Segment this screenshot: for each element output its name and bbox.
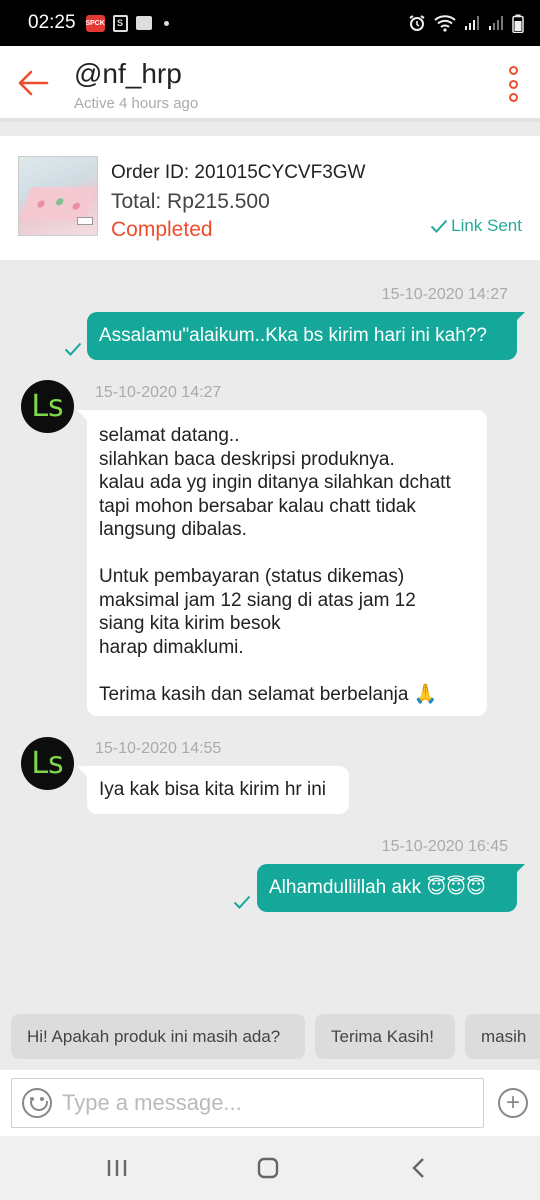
battery-icon [512, 14, 524, 33]
shopee-notification-icon: SPCK [85, 14, 105, 32]
chat-header: @nf_hrp Active 4 hours ago [0, 46, 540, 122]
system-nav-bar [0, 1136, 540, 1200]
more-vertical-icon [508, 66, 518, 75]
message-line: silahkan baca deskripsi produknya. [99, 448, 395, 470]
quick-reply-chip[interactable]: masih [465, 1014, 540, 1059]
home-icon [257, 1157, 279, 1179]
message-timestamp: 15-10-2020 14:27 [95, 384, 222, 401]
message-line [99, 542, 475, 566]
back-chevron-icon [412, 1158, 424, 1178]
chat-title: @nf_hrp [74, 58, 182, 89]
smiley-icon[interactable] [22, 1088, 52, 1118]
message-timestamp: 15-10-2020 14:55 [95, 740, 222, 757]
status-right-icons [408, 14, 524, 33]
message-line: langsung dibalas. [99, 519, 247, 540]
check-icon [64, 342, 82, 356]
order-total: Total: Rp215.500 [111, 190, 270, 213]
link-sent-status: Link Sent [430, 216, 522, 236]
message-line [99, 659, 475, 683]
product-thumbnail [18, 156, 98, 236]
message-line: tapi mohon bersabar kalau chatt tidak [99, 495, 416, 517]
wifi-icon [434, 15, 456, 32]
incoming-message-bubble[interactable]: selamat datang.. silahkan baca deskripsi… [87, 410, 487, 716]
chat-notification-icon [135, 16, 152, 30]
outgoing-message-bubble[interactable]: Assalamu"alaikum..Kka bs kirim hari ini … [87, 312, 517, 360]
message-line: harap dimaklumi. [99, 636, 244, 658]
home-button[interactable] [253, 1154, 283, 1182]
nav-back-button[interactable] [404, 1154, 434, 1182]
quick-replies-bar: Hi! Apakah produk ini masih ada? Terima … [0, 1014, 540, 1060]
message-timestamp: 15-10-2020 16:45 [381, 838, 508, 855]
recents-button[interactable] [102, 1154, 132, 1182]
order-id: Order ID: 201015CYCVF3GW [111, 162, 366, 183]
shopping-bag-icon: S [112, 14, 128, 32]
order-status: Completed [111, 218, 213, 241]
quick-reply-chip[interactable]: Hi! Apakah produk ini masih ada? [11, 1014, 305, 1059]
more-options-button[interactable] [502, 66, 524, 102]
signal-icon-2 [489, 16, 503, 30]
message-line: Terima kasih dan selamat berbelanja 🙏 [99, 683, 438, 705]
message-text: Iya kak bisa kita kirim hr ini [99, 779, 327, 801]
message-line: Untuk pembayaran (status dikemas) [99, 566, 405, 587]
contact-avatar[interactable]: Ls [21, 737, 74, 790]
back-button[interactable] [14, 66, 52, 100]
contact-avatar[interactable]: Ls [21, 380, 74, 433]
message-text: Alhamdullillah akk 😇😇😇 [269, 877, 486, 899]
message-composer: + [0, 1070, 540, 1136]
recents-icon [107, 1160, 127, 1176]
outgoing-message-bubble[interactable]: Alhamdullillah akk 😇😇😇 [257, 864, 517, 912]
message-input[interactable] [62, 1090, 462, 1116]
message-line: maksimal jam 12 siang di atas jam 12 [99, 589, 416, 611]
message-timestamp: 15-10-2020 14:27 [381, 286, 508, 303]
status-bar: 02:25 SPCK S [0, 0, 540, 46]
alarm-icon [409, 15, 425, 31]
check-icon [430, 219, 448, 233]
message-line: kalau ada yg ingin ditanya silahkan dcha… [99, 472, 451, 493]
quick-reply-chip[interactable]: Terima Kasih! [315, 1014, 455, 1059]
message-line: siang kita kirim besok [99, 613, 281, 634]
message-text: Assalamu"alaikum..Kka bs kirim hari ini … [99, 325, 487, 347]
plus-circle-icon[interactable]: + [498, 1088, 528, 1118]
check-icon [233, 895, 251, 909]
incoming-message-bubble[interactable]: Iya kak bisa kita kirim hr ini [87, 766, 349, 814]
order-card[interactable]: Order ID: 201015CYCVF3GW Total: Rp215.50… [0, 136, 540, 260]
more-notifications-dot-icon [163, 20, 169, 26]
active-status: Active 4 hours ago [74, 95, 199, 112]
arrow-left-icon [18, 70, 49, 96]
message-line: selamat datang.. [99, 425, 240, 446]
link-sent-label: Link Sent [451, 216, 522, 235]
message-input-box [11, 1078, 484, 1128]
signal-icon-1 [465, 16, 479, 30]
status-time: 02:25 [28, 12, 76, 33]
